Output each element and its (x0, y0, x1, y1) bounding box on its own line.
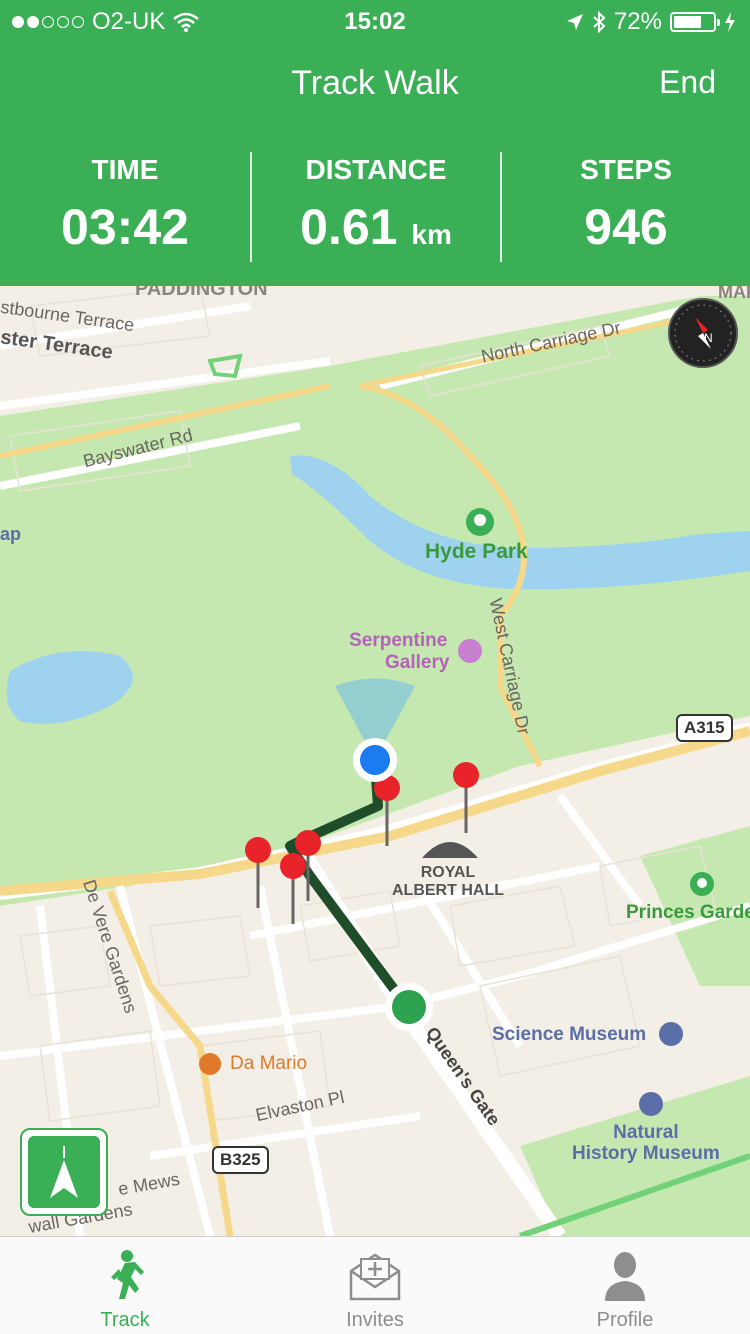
track-header: Track Walk End TIME 03:42 DISTANCE 0.61 … (0, 42, 750, 286)
distance-stat: DISTANCE 0.61 km (250, 152, 500, 262)
label-serpentine-gallery: Serpentine Gallery (347, 630, 449, 674)
status-right: 72% (566, 8, 736, 36)
label-albert-hall: ALBERT HALL (392, 882, 504, 899)
label-royal: ROYAL (420, 864, 476, 881)
status-bar: O2-UK 15:02 72% (0, 0, 750, 42)
label-natural: Natural (613, 1122, 679, 1143)
steps-stat: STEPS 946 (500, 152, 750, 262)
charging-bolt-icon (725, 12, 735, 32)
tab-invites-label: Invites (346, 1309, 404, 1331)
distance-unit: km (411, 219, 452, 250)
end-button[interactable]: End (659, 64, 716, 101)
steps-value: 946 (584, 199, 668, 255)
tab-invites[interactable]: Invites (250, 1237, 500, 1334)
label-serpentine-line2: Gallery (385, 652, 450, 673)
map-view[interactable]: PADDINGTON MAR stbourne Terrace ster Ter… (0, 286, 750, 1236)
walking-person-icon (111, 1250, 144, 1299)
da-mario-icon (199, 1053, 221, 1075)
time-stat: TIME 03:42 (0, 152, 250, 262)
science-museum-icon (659, 1022, 683, 1046)
label-hyde-park: Hyde Park (425, 540, 528, 563)
distance-value: 0.61 (300, 199, 398, 255)
distance-label: DISTANCE (305, 154, 447, 185)
label-royal-albert-hall: ROYAL ALBERT HALL (392, 864, 504, 900)
label-science-museum: Science Museum (492, 1024, 647, 1045)
label-princes-garden: Princes Garde (626, 902, 750, 923)
location-arrow-icon (566, 14, 583, 30)
label-natural-history: Natural History Museum (572, 1122, 720, 1164)
person-silhouette-icon (605, 1252, 645, 1301)
time-value: 03:42 (61, 199, 189, 255)
royal-albert-hall-icon (422, 842, 478, 858)
map-base (0, 286, 750, 1236)
navigation-arrow-icon (28, 1136, 100, 1208)
time-label: TIME (91, 154, 159, 185)
label-da-mario: Da Mario (230, 1053, 308, 1074)
green-path (207, 353, 243, 379)
tab-track[interactable]: Track (0, 1237, 250, 1334)
compass-icon: N (674, 304, 732, 362)
label-serpentine-line1: Serpentine (349, 630, 448, 651)
tab-profile[interactable]: Profile (500, 1237, 750, 1334)
stats-panel: TIME 03:42 DISTANCE 0.61 km STEPS 946 (0, 152, 750, 262)
steps-label: STEPS (580, 154, 672, 185)
label-paddington: PADDINGTON (135, 286, 268, 300)
distance-value-row: 0.61 km (252, 198, 500, 256)
road-shield-a315: A315 (676, 714, 733, 742)
compass-button[interactable]: N (668, 298, 738, 368)
natural-history-icon (639, 1092, 663, 1116)
bluetooth-icon (593, 11, 606, 33)
envelope-plus-icon (349, 1253, 401, 1301)
tab-track-label: Track (100, 1309, 150, 1331)
serpentine-gallery-icon (458, 639, 482, 663)
road-shield-b325: B325 (212, 1146, 269, 1174)
page-title: Track Walk (291, 64, 459, 102)
battery-percent: 72% (613, 8, 662, 35)
locate-button[interactable] (20, 1128, 108, 1216)
svg-text:N: N (704, 331, 713, 345)
battery-icon (670, 12, 720, 32)
tab-bar: Track Invites Profile (0, 1236, 750, 1334)
label-history-museum: History Museum (572, 1143, 720, 1164)
tab-profile-label: Profile (596, 1309, 654, 1331)
label-map-edge-left: ap (0, 524, 22, 544)
